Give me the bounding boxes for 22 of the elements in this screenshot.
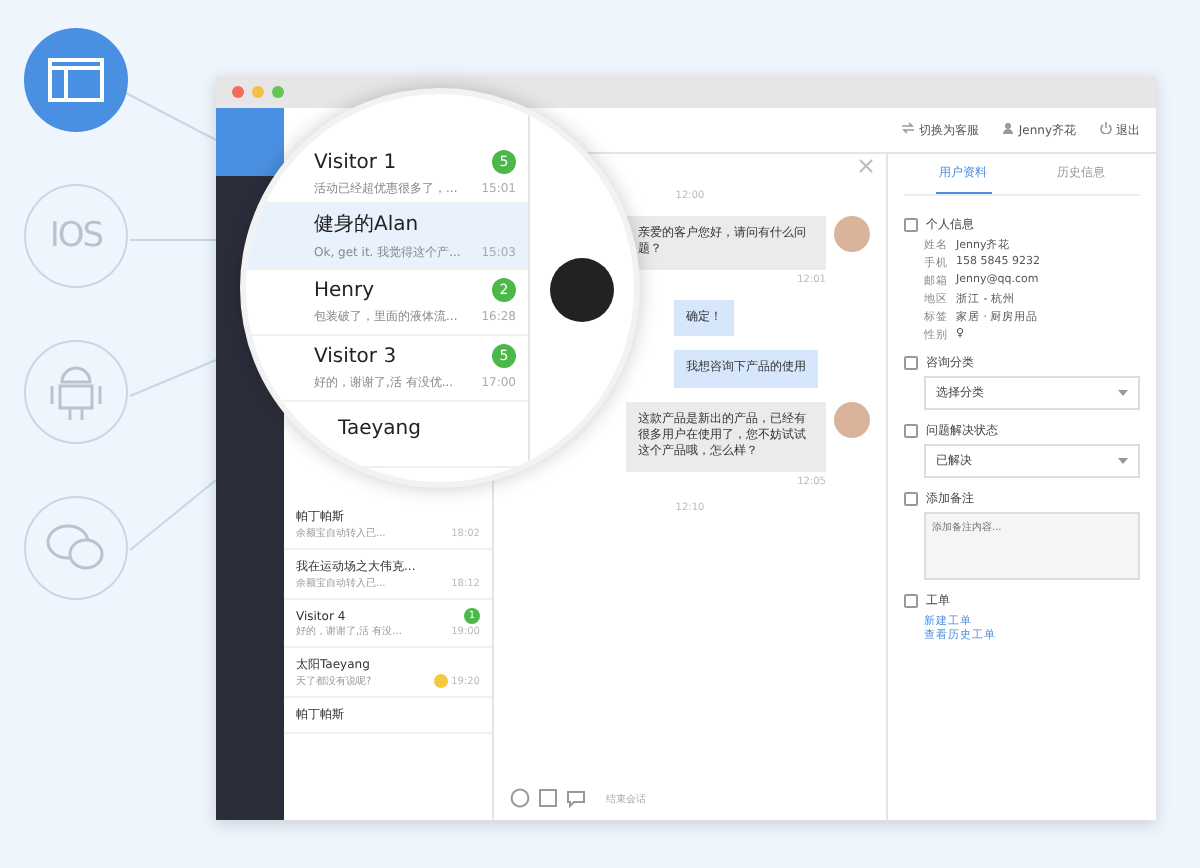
- close-dot-icon[interactable]: [232, 86, 244, 98]
- leader-line: [129, 239, 217, 241]
- minimize-dot-icon[interactable]: [252, 86, 264, 98]
- wechat-platform-icon[interactable]: [24, 496, 128, 600]
- avatar-icon: [550, 258, 614, 322]
- avatar-icon: [834, 216, 870, 252]
- leader-line: [123, 91, 217, 141]
- desktop-platform-icon[interactable]: [24, 28, 128, 132]
- leader-line: [129, 479, 217, 551]
- zoom-dot-icon[interactable]: [272, 86, 284, 98]
- chat-icon[interactable]: [566, 788, 586, 808]
- caret-icon: [1118, 389, 1128, 397]
- close-icon[interactable]: [858, 158, 874, 174]
- leader-line: [129, 359, 217, 397]
- swap-arrows-icon: [902, 121, 915, 133]
- logo-icon[interactable]: [216, 108, 284, 176]
- avatar-icon: [834, 401, 870, 438]
- conversation-item[interactable]: Taeyang: [246, 402, 528, 468]
- power-icon: [1100, 121, 1112, 133]
- user-icon: [1002, 121, 1015, 133]
- android-platform-icon[interactable]: [24, 340, 128, 444]
- caret-icon: [1118, 457, 1128, 465]
